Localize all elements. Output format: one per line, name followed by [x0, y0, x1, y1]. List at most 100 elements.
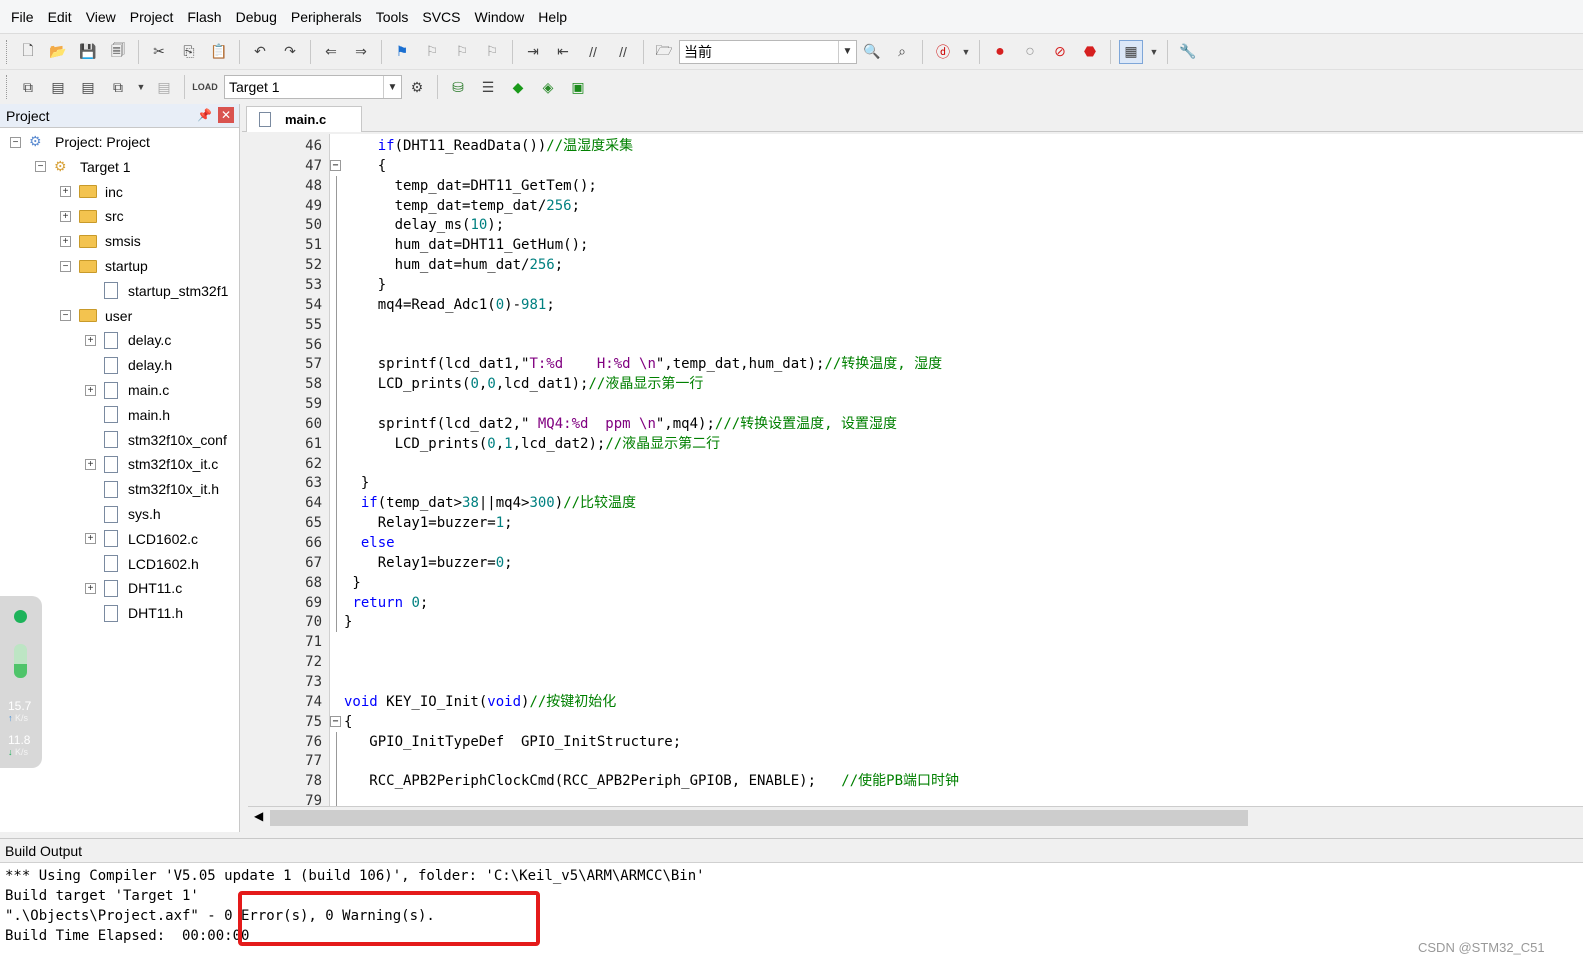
- tree-item[interactable]: main.h: [85, 403, 170, 427]
- expand-icon[interactable]: +: [85, 458, 96, 470]
- nav-forward-icon[interactable]: ⇒: [349, 40, 373, 64]
- target-select[interactable]: Target 1 ▼: [224, 75, 402, 99]
- chevron-down-icon[interactable]: ▼: [838, 40, 856, 63]
- tree-item[interactable]: + inc: [60, 180, 123, 204]
- next-bookmark-icon[interactable]: ⚐: [450, 40, 474, 64]
- chevron-down-icon[interactable]: ▼: [1149, 40, 1159, 64]
- save-icon[interactable]: 💾: [76, 40, 100, 64]
- find-in-files-icon[interactable]: 🗁: [652, 40, 676, 64]
- save-all-icon[interactable]: 🗐: [106, 40, 130, 64]
- fold-icon[interactable]: −: [330, 715, 341, 727]
- toolbar-grip[interactable]: [6, 75, 9, 99]
- menu-item-help[interactable]: Help: [531, 0, 574, 34]
- tree-item[interactable]: + LCD1602.c: [85, 527, 198, 551]
- disable-all-breakpoints-icon[interactable]: ⊘: [1048, 40, 1072, 64]
- toolbar-grip[interactable]: [6, 39, 9, 64]
- incremental-find-icon[interactable]: ⌕: [890, 40, 914, 64]
- copy-icon[interactable]: ⎘: [177, 40, 201, 64]
- stop-build-icon[interactable]: ▤: [152, 75, 176, 99]
- manage-project-items-icon[interactable]: ⛁: [446, 75, 470, 99]
- chevron-down-icon[interactable]: ▼: [136, 75, 146, 99]
- chevron-down-icon[interactable]: ▼: [383, 76, 401, 98]
- disable-breakpoint-icon[interactable]: ○: [1018, 40, 1042, 64]
- menu-item-peripherals[interactable]: Peripherals: [284, 0, 369, 34]
- uncomment-icon[interactable]: //: [611, 40, 635, 64]
- tree-item[interactable]: − ⚙ Project: Project: [10, 130, 150, 154]
- tab-main-c[interactable]: main.c: [246, 106, 362, 132]
- menu-item-view[interactable]: View: [79, 0, 123, 34]
- bookmark-icon[interactable]: ⚑: [390, 40, 414, 64]
- menu-item-svcs[interactable]: SVCS: [415, 0, 467, 34]
- unindent-icon[interactable]: ⇤: [551, 40, 575, 64]
- close-icon[interactable]: ✕: [218, 107, 234, 123]
- menu-item-window[interactable]: Window: [468, 0, 532, 34]
- menu-item-project[interactable]: Project: [123, 0, 181, 34]
- tree-item[interactable]: + smsis: [60, 229, 141, 253]
- expand-icon[interactable]: +: [85, 582, 96, 594]
- expand-icon[interactable]: +: [60, 186, 71, 198]
- menu-item-file[interactable]: File: [4, 0, 41, 34]
- window-layout-icon[interactable]: ▦: [1119, 39, 1143, 64]
- menu-item-tools[interactable]: Tools: [369, 0, 416, 34]
- expand-icon[interactable]: +: [85, 533, 96, 545]
- pin-icon[interactable]: 📌: [197, 108, 212, 122]
- open-file-icon[interactable]: 📂: [46, 40, 70, 64]
- tree-item[interactable]: stm32f10x_it.h: [85, 477, 219, 501]
- tree-item[interactable]: + src: [60, 204, 124, 228]
- menu-item-flash[interactable]: Flash: [180, 0, 228, 34]
- tree-item[interactable]: delay.h: [85, 353, 172, 377]
- paste-icon[interactable]: 📋: [207, 40, 231, 64]
- new-file-icon[interactable]: 🗋: [16, 40, 40, 64]
- tree-item[interactable]: LCD1602.h: [85, 552, 199, 576]
- download-icon[interactable]: LOAD: [192, 75, 218, 99]
- multi-project-icon[interactable]: ▣: [566, 75, 590, 99]
- tree-item[interactable]: − user: [60, 304, 132, 328]
- undo-icon[interactable]: ↶: [248, 40, 272, 64]
- find-icon[interactable]: 🔍: [860, 40, 884, 64]
- collapse-icon[interactable]: −: [60, 310, 71, 322]
- expand-icon[interactable]: +: [85, 334, 96, 346]
- expand-icon[interactable]: +: [60, 235, 71, 247]
- indent-icon[interactable]: ⇥: [521, 40, 545, 64]
- manage-runtime-env-icon[interactable]: ☰: [476, 75, 500, 99]
- fold-icon[interactable]: −: [330, 159, 341, 171]
- tree-item[interactable]: + DHT11.c: [85, 576, 182, 600]
- editor-horizontal-scrollbar[interactable]: ◀: [248, 806, 1583, 828]
- rebuild-icon[interactable]: ▤: [76, 75, 100, 99]
- tree-item[interactable]: stm32f10x_conf: [85, 428, 227, 452]
- tree-item[interactable]: − startup: [60, 254, 148, 278]
- comment-icon[interactable]: //: [581, 40, 605, 64]
- find-combo[interactable]: 当前 ▼: [679, 39, 857, 64]
- tree-item[interactable]: DHT11.h: [85, 601, 183, 625]
- select-packs-icon[interactable]: ◆: [506, 75, 530, 99]
- scrollbar-thumb[interactable]: [270, 810, 1248, 826]
- expand-icon[interactable]: +: [85, 384, 96, 396]
- tree-item[interactable]: + main.c: [85, 378, 169, 402]
- code-editor[interactable]: 46 if(DHT11_ReadData())//温湿度采集 47− {48 te…: [248, 134, 1583, 806]
- build-icon[interactable]: ▤: [46, 75, 70, 99]
- clear-bookmarks-icon[interactable]: ⚐: [480, 40, 504, 64]
- tree-item[interactable]: startup_stm32f1: [85, 279, 228, 303]
- prev-bookmark-icon[interactable]: ⚐: [420, 40, 444, 64]
- collapse-icon[interactable]: −: [10, 136, 21, 148]
- kill-all-breakpoints-icon[interactable]: ⬣: [1078, 40, 1102, 64]
- collapse-icon[interactable]: −: [60, 260, 71, 272]
- debug-session-icon[interactable]: ⓓ: [931, 40, 955, 64]
- cut-icon[interactable]: ✂: [147, 40, 171, 64]
- collapse-icon[interactable]: −: [35, 161, 46, 173]
- tree-item[interactable]: + stm32f10x_it.c: [85, 452, 218, 476]
- menu-item-debug[interactable]: Debug: [229, 0, 284, 34]
- batch-build-icon[interactable]: ⧉: [106, 75, 130, 99]
- chevron-down-icon[interactable]: ▼: [961, 40, 971, 64]
- tree-item[interactable]: + delay.c: [85, 328, 171, 352]
- scroll-left-icon[interactable]: ◀: [254, 809, 263, 823]
- translate-icon[interactable]: ⧉: [16, 75, 40, 99]
- menu-item-edit[interactable]: Edit: [41, 0, 79, 34]
- tree-item[interactable]: − ⚙ Target 1: [35, 155, 131, 179]
- redo-icon[interactable]: ↷: [278, 40, 302, 64]
- tree-item[interactable]: sys.h: [85, 502, 161, 526]
- breakpoint-icon[interactable]: ●: [988, 40, 1012, 64]
- nav-back-icon[interactable]: ⇐: [319, 40, 343, 64]
- pack-installer-icon[interactable]: ◈: [536, 75, 560, 99]
- expand-icon[interactable]: +: [60, 210, 71, 222]
